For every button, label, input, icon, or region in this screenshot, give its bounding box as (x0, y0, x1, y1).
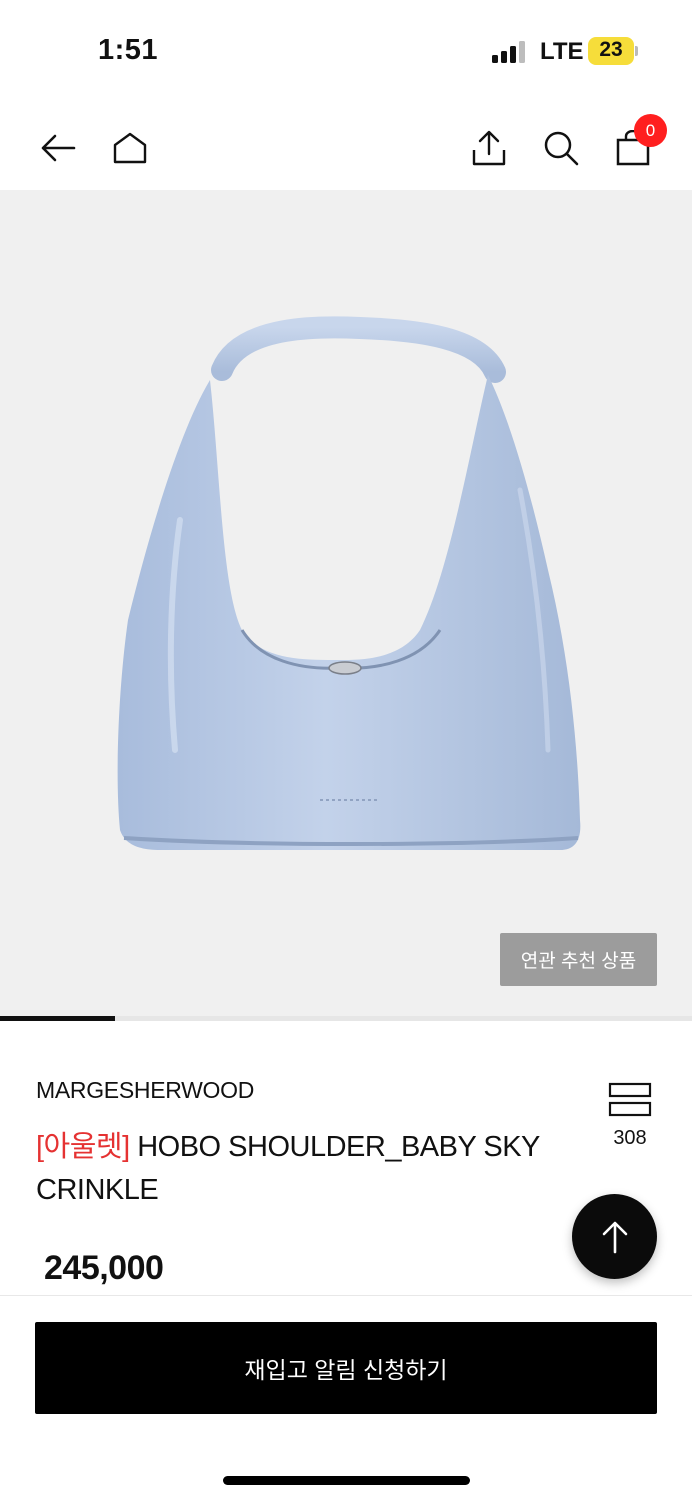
share-icon (472, 130, 506, 166)
battery-icon: 23 (588, 37, 634, 65)
battery-cap (635, 46, 638, 56)
arrow-up-icon (602, 1221, 627, 1253)
stack-icon (608, 1082, 652, 1117)
like-button[interactable]: 308 (600, 1080, 660, 1160)
arrow-left-icon (41, 134, 76, 162)
related-products-button[interactable]: 연관 추천 상품 (500, 933, 657, 986)
cart-count-badge: 0 (634, 114, 667, 147)
outlet-tag: [아울렛] (36, 1131, 130, 1163)
top-navigation (0, 108, 692, 190)
home-button[interactable] (102, 120, 158, 176)
search-icon (544, 131, 579, 166)
status-time: 1:51 (98, 34, 159, 66)
home-icon (113, 132, 147, 164)
product-price: 245,000 (44, 1249, 164, 1287)
network-label: LTE (540, 38, 584, 65)
home-indicator[interactable] (223, 1476, 470, 1485)
brand-name[interactable]: MARGESHERWOOD (36, 1077, 254, 1104)
restock-alert-button[interactable]: 재입고 알림 신청하기 (35, 1322, 657, 1414)
back-button[interactable] (30, 120, 86, 176)
battery-level: 23 (599, 38, 623, 61)
signal-icon (492, 41, 528, 63)
share-button[interactable] (461, 120, 517, 176)
hobo-bag-image (117, 316, 581, 850)
scroll-top-button[interactable] (572, 1194, 657, 1279)
product-title: [아울렛] HOBO SHOULDER_BABY SKY CRINKLE (36, 1126, 581, 1212)
like-count: 308 (613, 1127, 647, 1149)
gallery-progress-fill (0, 1016, 115, 1021)
product-image[interactable] (0, 190, 692, 1020)
search-button[interactable] (533, 120, 589, 176)
status-bar: 1:51 LTE 23 (0, 0, 692, 100)
